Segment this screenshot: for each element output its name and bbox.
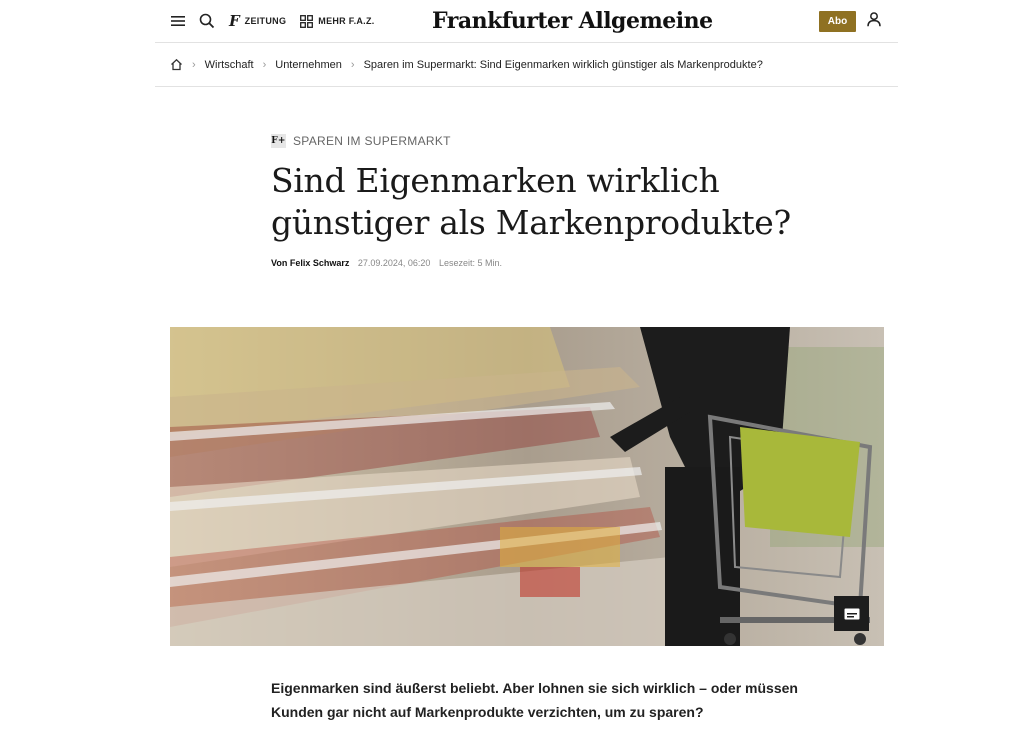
article-header: F+ SPAREN IM SUPERMARKT Sind Eigenmarken… — [271, 134, 791, 268]
zeitung-link[interactable]: F ZEITUNG — [229, 12, 286, 30]
article-headline: Sind Eigenmarken wirklich günstiger als … — [271, 161, 791, 242]
breadcrumb-wirtschaft[interactable]: Wirtschaft — [205, 59, 254, 71]
top-nav-left-group: F ZEITUNG MEHR F.A.Z. — [171, 12, 389, 30]
article-kicker: F+ SPAREN IM SUPERMARKT — [271, 134, 791, 148]
faz-f-icon: F — [229, 12, 240, 30]
zeitung-label: ZEITUNG — [244, 16, 287, 26]
chevron-right-icon: › — [192, 58, 196, 71]
kicker-text: SPAREN IM SUPERMARKT — [293, 134, 451, 148]
breadcrumb-unternehmen[interactable]: Unternehmen — [275, 59, 342, 71]
mehr-faz-label: MEHR F.A.Z. — [318, 16, 375, 26]
faz-plus-icon: F+ — [271, 134, 286, 148]
site-logo[interactable]: Frankfurter Allgemeine — [432, 8, 713, 34]
hamburger-menu-icon[interactable] — [171, 15, 185, 27]
reading-time: Lesezeit: 5 Min. — [438, 258, 502, 268]
breadcrumb: › Wirtschaft › Unternehmen › Sparen im S… — [155, 43, 898, 87]
page-frame: F ZEITUNG MEHR F.A.Z. Frankfurter Allgem… — [155, 0, 898, 87]
article-meta: Von Felix Schwarz 27.09.2024, 06:20 Lese… — [271, 258, 791, 268]
user-icon[interactable] — [867, 12, 881, 32]
grid-icon — [300, 14, 314, 28]
caption-icon[interactable] — [834, 596, 869, 631]
publish-date: 27.09.2024, 06:20 — [357, 258, 431, 268]
mehr-faz-link[interactable]: MEHR F.A.Z. — [300, 14, 375, 28]
top-navigation-bar: F ZEITUNG MEHR F.A.Z. Frankfurter Allgem… — [155, 0, 898, 43]
chevron-right-icon: › — [262, 58, 267, 71]
home-icon[interactable] — [170, 58, 183, 71]
abo-button[interactable]: Abo — [819, 11, 856, 32]
hero-image — [170, 327, 884, 646]
breadcrumb-current: Sparen im Supermarkt: Sind Eigenmarken w… — [363, 58, 763, 71]
article-lead: Eigenmarken sind äußerst beliebt. Aber l… — [271, 680, 798, 720]
author-link[interactable]: Von Felix Schwarz — [271, 258, 349, 268]
chevron-right-icon: › — [350, 58, 355, 71]
search-icon[interactable] — [199, 13, 215, 29]
